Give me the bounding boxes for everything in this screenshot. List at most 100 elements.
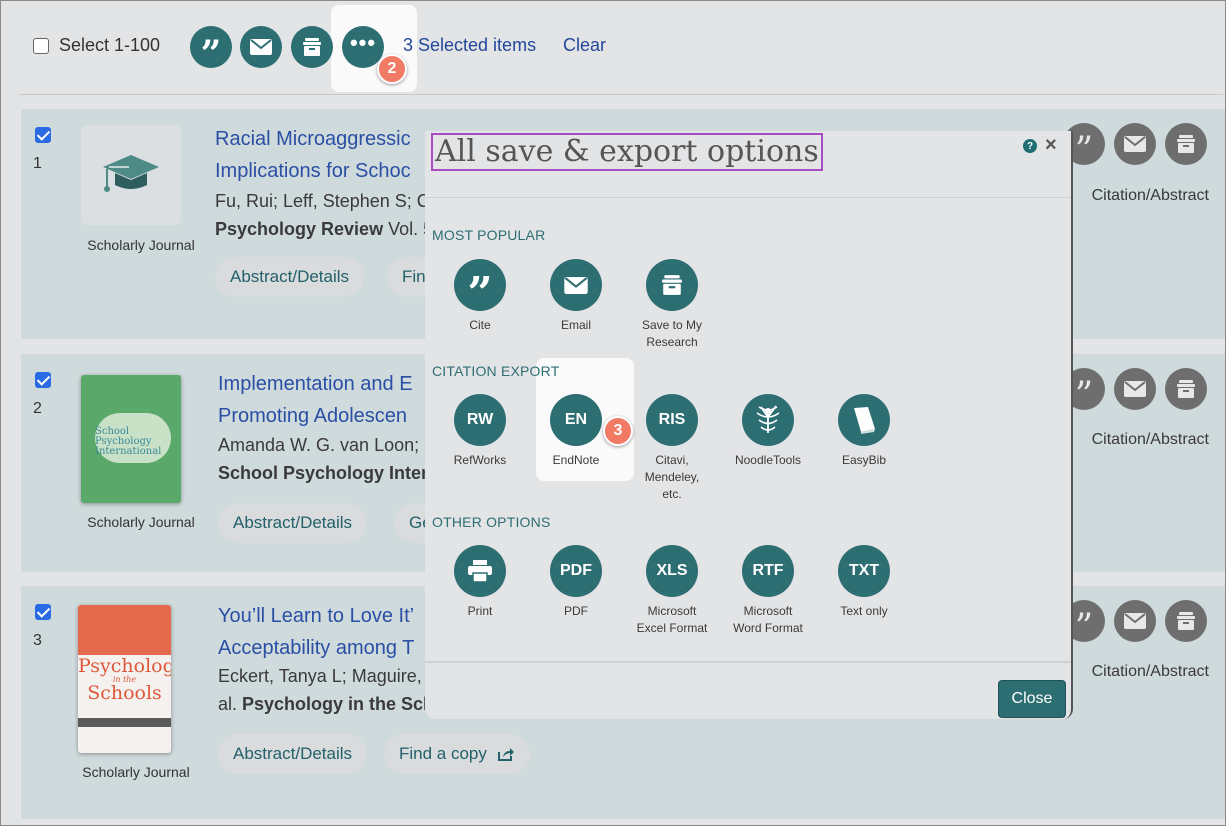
select-all-control[interactable]: Select 1-100 (33, 35, 160, 56)
quote-icon: ” (1074, 607, 1094, 648)
result-publication: al. Psychology in the Scl (218, 694, 428, 715)
cover-title-1: Psychology (78, 655, 171, 677)
envelope-icon (1124, 381, 1146, 397)
ellipsis-icon: ••• (349, 30, 377, 55)
result-checkbox[interactable] (35, 604, 51, 620)
result-title-link[interactable]: Racial Microaggressic Implications for S… (215, 123, 411, 187)
print-option-icon (454, 545, 506, 597)
option-excel[interactable]: XLS Microsoft Excel Format (622, 545, 722, 637)
step-2-badge: 2 (377, 54, 407, 84)
endnote-icon: EN (550, 394, 602, 446)
cover-title: Psychology in the Schools (78, 657, 171, 703)
publication-name: Psychology in the Scl (242, 694, 429, 714)
graduation-cap-icon (103, 155, 159, 192)
save-button[interactable] (291, 26, 333, 68)
result-authors: Eckert, Tanya L; Maguire, (218, 666, 422, 686)
close-icon[interactable]: × (1045, 134, 1057, 157)
option-easybib[interactable]: EasyBib (814, 394, 914, 469)
option-cite[interactable]: ” Cite (430, 259, 530, 334)
journal-cover-image[interactable]: School Psychology International (81, 375, 181, 503)
result-type: Scholarly Journal (78, 763, 194, 781)
result-title-link[interactable]: You’ll Learn to Love It’ Acceptability a… (218, 600, 414, 664)
result-type: Scholarly Journal (81, 513, 201, 531)
option-label: Microsoft Word Format (733, 604, 803, 635)
envelope-icon (1124, 136, 1146, 152)
option-label: EasyBib (841, 453, 887, 467)
refworks-icon: RW (454, 394, 506, 446)
option-noodletools[interactable]: NoodleTools (718, 394, 818, 469)
result-authors: Amanda W. G. van Loon; (218, 435, 420, 455)
archive-box-icon (303, 38, 321, 56)
result-type: Scholarly Journal (81, 236, 201, 254)
modal-footer-divider (425, 661, 1071, 663)
option-text-only[interactable]: TXT Text only (814, 545, 914, 620)
result-actions: ” (1063, 368, 1207, 414)
option-ris[interactable]: RIS Citavi, Mendeley, etc. (622, 394, 722, 503)
journal-cover-image[interactable]: Psychology in the Schools (78, 605, 171, 753)
result-email-button[interactable] (1114, 368, 1156, 410)
option-label: Cite (469, 318, 491, 332)
result-checkbox[interactable] (35, 127, 51, 143)
find-copy-label: Find a copy (399, 744, 487, 763)
archive-box-icon (1177, 380, 1195, 398)
option-email[interactable]: Email (526, 259, 626, 334)
result-email-button[interactable] (1114, 123, 1156, 165)
cover-band (78, 718, 171, 727)
option-label: EndNote (552, 453, 600, 467)
publication-name: School Psychology Interr (218, 463, 436, 483)
cover-title-3: Schools (87, 682, 162, 704)
option-print[interactable]: Print (430, 545, 530, 620)
option-save-to-my-research[interactable]: Save to My Research (622, 259, 722, 351)
abstract-details-button[interactable]: Abstract/Details (218, 503, 368, 543)
save-option-icon (646, 259, 698, 311)
option-word[interactable]: RTF Microsoft Word Format (718, 545, 818, 637)
result-title-link[interactable]: Implementation and E Promoting Adolescen (218, 368, 413, 432)
close-button[interactable]: Close (998, 680, 1066, 718)
option-label: PDF (564, 604, 588, 618)
citation-abstract-label: Citation/Abstract (1091, 431, 1209, 448)
option-refworks[interactable]: RW RefWorks (430, 394, 530, 469)
results-toolbar: Select 1-100 ” ••• 2 3 Selected items Cl… (1, 1, 1223, 95)
abstract-details-button[interactable]: Abstract/Details (218, 734, 368, 774)
result-save-button[interactable] (1165, 123, 1207, 165)
quote-icon: ” (467, 268, 493, 319)
ris-icon: RIS (646, 394, 698, 446)
abstract-details-button[interactable]: Abstract/Details (215, 257, 365, 297)
easybib-icon (838, 394, 890, 446)
publication-name: Psychology Review (215, 219, 384, 239)
title-line-2: Implications for Schoc (215, 160, 411, 182)
section-citation-export-label: CITATION EXPORT (432, 363, 560, 379)
result-thumbnail[interactable] (81, 125, 181, 225)
modal-header-divider (425, 197, 1071, 198)
printer-icon (468, 560, 492, 582)
result-index: 3 (33, 632, 42, 649)
find-copy-button[interactable]: Find a copy (384, 734, 530, 774)
result-actions: ” (1063, 600, 1207, 646)
toolbar-divider (19, 94, 1223, 95)
title-line-2: Acceptability among T (218, 637, 415, 659)
option-pdf[interactable]: PDF PDF (526, 545, 626, 620)
option-label: NoodleTools (734, 453, 802, 467)
email-button[interactable] (240, 26, 282, 68)
clear-selection-link[interactable]: Clear (563, 35, 606, 56)
cite-option-icon: ” (454, 259, 506, 316)
result-email-button[interactable] (1114, 600, 1156, 642)
envelope-icon (250, 39, 272, 55)
result-checkbox[interactable] (35, 372, 51, 388)
result-type-text: Scholarly Journal (82, 764, 190, 780)
title-line-1: Implementation and E (218, 373, 413, 395)
rtf-icon: RTF (742, 545, 794, 597)
result-index: 1 (33, 155, 42, 172)
cite-button[interactable]: ” (190, 26, 232, 72)
select-all-checkbox[interactable] (33, 37, 49, 54)
selected-items-link[interactable]: 3 Selected items (403, 35, 536, 56)
citation-abstract-label: Citation/Abstract (1091, 187, 1209, 204)
help-icon[interactable]: ? (1023, 139, 1037, 153)
result-publication: School Psychology Interr (218, 463, 435, 484)
title-line-2: Promoting Adolescen (218, 405, 408, 427)
result-save-button[interactable] (1165, 600, 1207, 642)
select-all-label: Select 1-100 (59, 35, 161, 55)
publication-prefix: al. (218, 694, 243, 714)
result-save-button[interactable] (1165, 368, 1207, 410)
section-most-popular-label: MOST POPULAR (432, 227, 546, 243)
